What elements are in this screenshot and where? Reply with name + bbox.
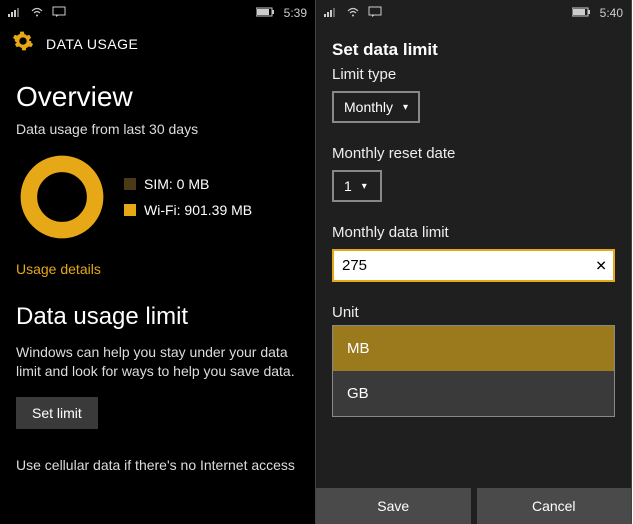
limit-type-value: Monthly: [344, 99, 393, 115]
limit-type-select[interactable]: Monthly ▾: [332, 91, 420, 123]
usage-donut-chart: [16, 151, 108, 243]
unit-option-gb[interactable]: GB: [333, 371, 614, 416]
notification-icon: [52, 6, 66, 20]
overview-heading: Overview: [16, 81, 299, 113]
page-header: DATA USAGE: [0, 22, 315, 61]
usage-legend: SIM: 0 MB Wi-Fi: 901.39 MB: [124, 176, 252, 218]
limit-type-label: Limit type: [332, 66, 615, 83]
notification-icon: [368, 6, 382, 20]
overview-subtitle: Data usage from last 30 days: [16, 121, 299, 137]
swatch-sim-icon: [124, 178, 136, 190]
clear-input-icon[interactable]: ✕: [595, 257, 607, 274]
reset-date-select[interactable]: 1 ▾: [332, 170, 382, 202]
unit-dropdown[interactable]: MB GB: [332, 325, 615, 417]
status-bar: 5:40: [316, 0, 631, 22]
clock-time: 5:39: [284, 6, 307, 20]
usage-chart-row: SIM: 0 MB Wi-Fi: 901.39 MB: [16, 151, 299, 243]
signal-icon: [324, 6, 338, 20]
screen-data-usage: 5:39 DATA USAGE Overview Data usage from…: [0, 0, 316, 524]
legend-wifi-label: Wi-Fi: 901.39 MB: [144, 202, 252, 218]
cellular-fallback-text: Use cellular data if there's no Internet…: [16, 457, 299, 473]
legend-item-wifi: Wi-Fi: 901.39 MB: [124, 202, 252, 218]
clock-time: 5:40: [600, 6, 623, 20]
reset-date-value: 1: [344, 178, 352, 194]
status-bar: 5:39: [0, 0, 315, 22]
usage-details-link[interactable]: Usage details: [16, 261, 101, 277]
unit-option-mb[interactable]: MB: [333, 326, 614, 371]
battery-icon: [256, 6, 276, 20]
swatch-wifi-icon: [124, 204, 136, 216]
chevron-down-icon: ▾: [403, 102, 408, 113]
settings-gear-icon: [12, 30, 34, 57]
wifi-icon: [30, 6, 44, 20]
chevron-down-icon: ▾: [362, 181, 367, 192]
data-limit-heading: Data usage limit: [16, 303, 299, 331]
action-bar: Save Cancel: [316, 488, 631, 524]
signal-icon: [8, 6, 22, 20]
data-limit-label: Monthly data limit: [332, 224, 615, 241]
wifi-icon: [346, 6, 360, 20]
panel-title: Set data limit: [332, 40, 615, 60]
page-title: DATA USAGE: [46, 36, 138, 52]
screen-set-data-limit: 5:40 Set data limit Limit type Monthly ▾…: [316, 0, 632, 524]
data-limit-input[interactable]: [332, 249, 615, 282]
legend-sim-label: SIM: 0 MB: [144, 176, 209, 192]
reset-date-label: Monthly reset date: [332, 145, 615, 162]
legend-item-sim: SIM: 0 MB: [124, 176, 252, 192]
battery-icon: [572, 6, 592, 20]
cancel-button[interactable]: Cancel: [477, 488, 632, 524]
set-limit-button[interactable]: Set limit: [16, 397, 98, 429]
data-limit-description: Windows can help you stay under your dat…: [16, 343, 299, 381]
save-button[interactable]: Save: [316, 488, 471, 524]
unit-label: Unit: [332, 304, 615, 321]
